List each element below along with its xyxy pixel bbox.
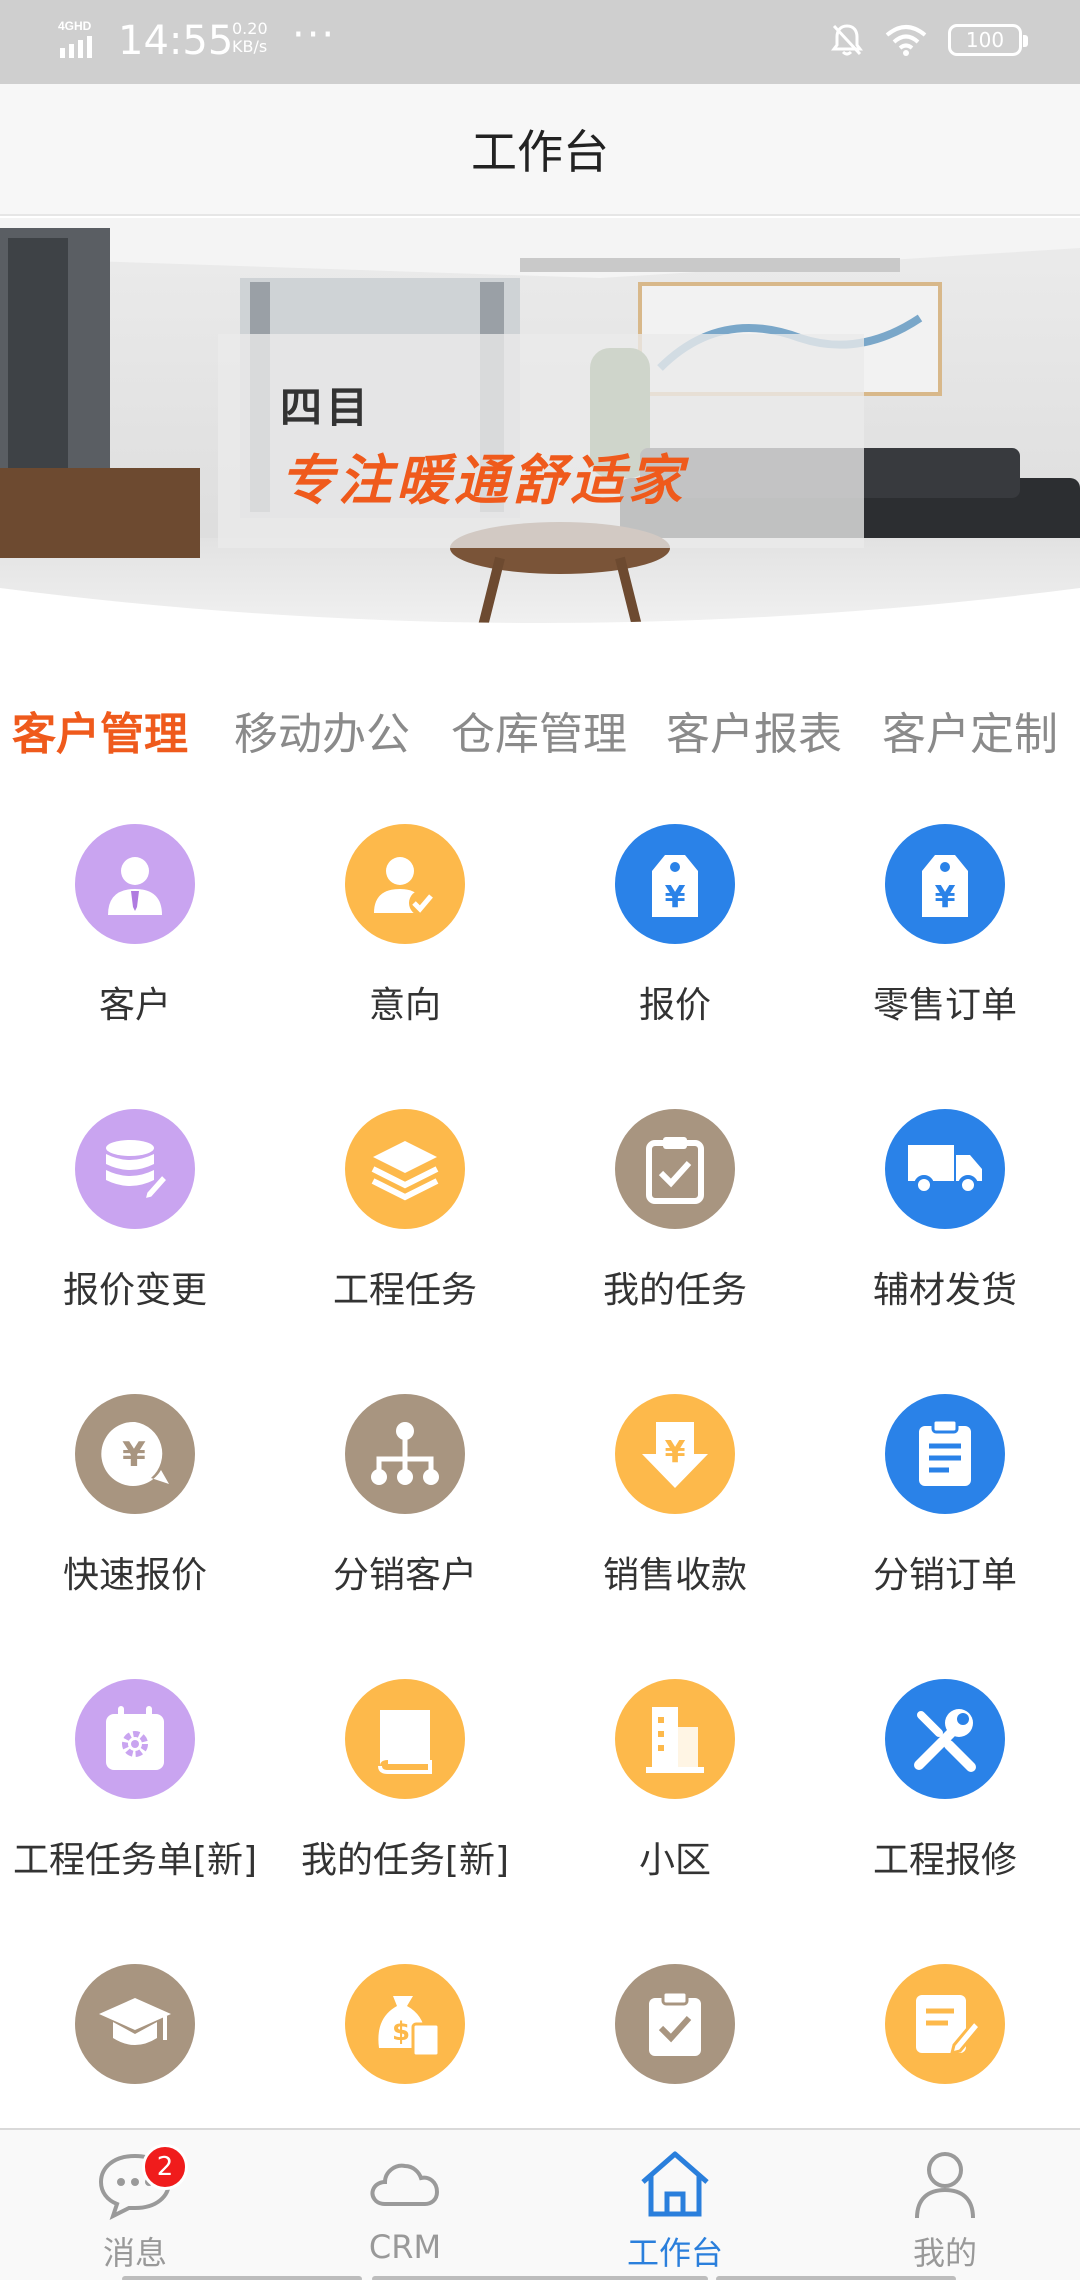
tab-customer-custom[interactable]: 客户定制 <box>882 690 1058 780</box>
banner-caption: 四目 专注暖通舒适家 <box>218 334 864 548</box>
grid-item-label: 工程任务 <box>332 1270 477 1311</box>
grid-item-material-delivery[interactable]: 辅材发货 <box>810 1085 1080 1370</box>
nav-label: CRM <box>368 2228 442 2266</box>
nav-label: 工作台 <box>626 2234 723 2272</box>
tab-customer-reports[interactable]: 客户报表 <box>666 690 842 780</box>
grid-item-label: 报价 <box>638 985 711 1026</box>
grid-item-label: 工程任务单[新] <box>12 1840 258 1881</box>
svg-text:¥: ¥ <box>665 1435 686 1470</box>
nav-workbench[interactable]: 工作台 <box>540 2130 810 2280</box>
grid-item-label: 分销客户 <box>332 1555 477 1596</box>
building-icon <box>615 1679 735 1799</box>
grid-item-quote-change[interactable]: 报价变更 <box>0 1085 270 1370</box>
yen-tag-icon: ¥ <box>885 824 1005 944</box>
more-notifications-icon: ··· <box>292 12 337 58</box>
grid-item-engineering-task[interactable]: 工程任务 <box>270 1085 540 1370</box>
grid-item-distribution-customer[interactable]: 分销客户 <box>270 1370 540 1655</box>
grid-item-intention[interactable]: 意向 <box>270 800 540 1085</box>
grid-item-customer[interactable]: 客户 <box>0 800 270 1085</box>
gesture-bar-segment <box>372 2276 708 2280</box>
grid-item-label: 我的任务[新] <box>300 1840 510 1881</box>
yen-bubble-icon: ¥ <box>75 1394 195 1514</box>
nav-label: 我的 <box>912 2234 977 2272</box>
truck-icon <box>885 1109 1005 1229</box>
status-time: 14:55 <box>118 18 234 64</box>
signal-icon: 4GHD <box>58 19 92 58</box>
grid-item-quick-quote[interactable]: ¥ 快速报价 <box>0 1370 270 1655</box>
grid-item-label: 意向 <box>368 985 441 1026</box>
home-icon <box>641 2151 709 2217</box>
nav-messages[interactable]: 2 消息 <box>0 2130 270 2280</box>
status-bar: 4GHD 14:55 0.20 KB/s ··· 100 <box>0 0 1080 84</box>
network-speed: 0.20 KB/s <box>232 19 268 56</box>
bottom-navigation: 2 消息 CRM 工作台 我的 <box>0 2128 1080 2280</box>
clipboard-check-icon <box>615 1109 735 1229</box>
grid-item-label: 分销订单 <box>872 1555 1017 1596</box>
tab-mobile-office[interactable]: 移动办公 <box>234 690 410 780</box>
grid-item-engineering-task-new[interactable]: 工程任务单[新] <box>0 1655 270 1940</box>
category-tabs: 客户管理 移动办公 仓库管理 客户报表 客户定制 <box>0 690 1080 780</box>
graduation-cap-icon <box>75 1964 195 2084</box>
book-icon <box>345 1679 465 1799</box>
nav-label: 消息 <box>102 2234 167 2272</box>
clipboard-check-icon <box>615 1964 735 2084</box>
banner-brand: 四目 <box>280 383 373 432</box>
clipboard-list-icon <box>885 1394 1005 1514</box>
database-edit-icon <box>75 1109 195 1229</box>
grid-item-community[interactable]: 小区 <box>540 1655 810 1940</box>
battery-icon: 100 <box>948 24 1028 56</box>
grid-item-label: 小区 <box>638 1840 711 1881</box>
svg-text:4GHD: 4GHD <box>58 19 92 33</box>
calendar-gear-icon <box>75 1679 195 1799</box>
person-check-icon <box>345 824 465 944</box>
svg-text:¥: ¥ <box>122 1435 146 1475</box>
grid-item-label: 零售订单 <box>872 985 1017 1026</box>
grid-item-my-tasks[interactable]: 我的任务 <box>540 1085 810 1370</box>
yen-tag-icon: ¥ <box>615 824 735 944</box>
gesture-bar-segment <box>716 2276 956 2280</box>
grid-item-label: 快速报价 <box>62 1555 207 1596</box>
tab-customer-management[interactable]: 客户管理 <box>12 690 188 780</box>
cloud-icon <box>370 2163 440 2206</box>
promo-banner[interactable]: 四目 专注暖通舒适家 <box>0 218 1080 658</box>
grid-item-distribution-order[interactable]: 分销订单 <box>810 1370 1080 1655</box>
nav-mine[interactable]: 我的 <box>810 2130 1080 2280</box>
gesture-bar-segment <box>122 2276 362 2280</box>
nav-crm[interactable]: CRM <box>270 2130 540 2280</box>
grid-item-label: 销售收款 <box>602 1555 747 1596</box>
tools-icon <box>885 1679 1005 1799</box>
svg-text:¥: ¥ <box>935 880 956 915</box>
layers-icon <box>345 1109 465 1229</box>
mute-bell-icon <box>831 24 863 56</box>
grid-item-engineering-repair[interactable]: 工程报修 <box>810 1655 1080 1940</box>
svg-text:¥: ¥ <box>665 880 686 915</box>
grid-item-label: 工程报修 <box>872 1840 1017 1881</box>
page-title: 工作台 <box>471 125 609 179</box>
note-edit-icon <box>885 1964 1005 2084</box>
grid-item-my-tasks-new[interactable]: 我的任务[新] <box>270 1655 540 1940</box>
grid-item-label: 报价变更 <box>62 1270 207 1311</box>
yen-arrow-down-icon: ¥ <box>615 1394 735 1514</box>
banner-slogan: 专注暖通舒适家 <box>280 449 686 512</box>
grid-item-quote[interactable]: ¥ 报价 <box>540 800 810 1085</box>
money-bag-icon: $ <box>345 1964 465 2084</box>
svg-text:$: $ <box>392 2017 410 2047</box>
user-icon <box>915 2152 975 2219</box>
app-header: 工作台 <box>0 84 1080 216</box>
hierarchy-icon <box>345 1394 465 1514</box>
grid-item-label: 我的任务 <box>602 1270 747 1311</box>
grid-item-label: 辅材发货 <box>872 1270 1017 1311</box>
grid-item-sales-receipt[interactable]: ¥ 销售收款 <box>540 1370 810 1655</box>
unread-badge: 2 <box>142 2144 188 2190</box>
tab-warehouse-management[interactable]: 仓库管理 <box>451 690 627 780</box>
grid-item-label: 客户 <box>98 985 171 1026</box>
grid-item-retail-order[interactable]: ¥ 零售订单 <box>810 800 1080 1085</box>
person-icon <box>75 824 195 944</box>
wifi-icon <box>885 25 927 56</box>
